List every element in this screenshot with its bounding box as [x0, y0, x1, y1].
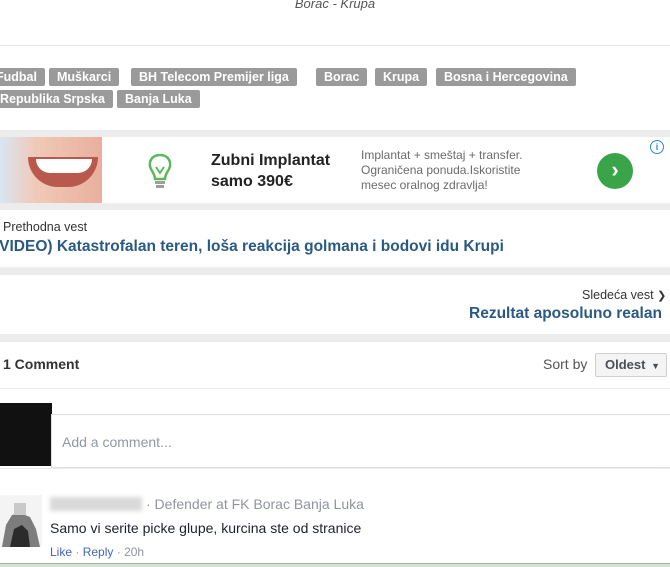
section-separator [0, 334, 670, 342]
tag-premijer-liga[interactable]: BH Telecom Premijer liga [131, 68, 297, 86]
next-article-label: Sledeća vest ❯ [582, 288, 667, 302]
smile-image [0, 137, 102, 203]
tag-muskarci[interactable]: Muškarci [49, 68, 120, 86]
like-link[interactable]: Like [50, 545, 72, 559]
prev-article-link[interactable]: (VIDEO) Katastrofalan teren, loša reakci… [0, 238, 504, 256]
ad-info-icon[interactable]: i [650, 140, 664, 154]
avatar-image [0, 495, 42, 547]
prev-article-label: Prethodna vest [3, 220, 88, 234]
tag-borac[interactable]: Borac [316, 68, 368, 86]
section-separator [0, 203, 670, 210]
chevron-right-icon: ❯ [657, 290, 667, 302]
tag-banja-luka[interactable]: Banja Luka [117, 90, 200, 108]
comment-time: · 20h [116, 545, 145, 559]
current-user-avatar [0, 403, 52, 466]
ad-next-button[interactable]: › [597, 153, 633, 189]
comment-input-placeholder: Add a comment... [62, 434, 172, 450]
reply-link[interactable]: Reply [83, 545, 114, 559]
tag-fudbal[interactable]: Fudbal [0, 68, 45, 86]
tag-republika-srpska[interactable]: Republika Srpska [0, 90, 113, 108]
comment-text: Samo vi serite picke glupe, kurcina ste … [50, 520, 362, 536]
tag-bih[interactable]: Bosna i Hercegovina [436, 68, 576, 86]
ad-description: Implantat + smeštaj + transfer. Ograniče… [361, 148, 523, 192]
caret-down-icon: ▼ [651, 361, 661, 371]
commenter-affiliation: · Defender at FK Borac Banja Luka [146, 496, 364, 512]
advertisement[interactable]: Zubni Implantat samo 390€ Implantat + sm… [0, 137, 670, 203]
commenter-avatar[interactable] [0, 495, 42, 547]
section-separator [0, 267, 670, 275]
comment-count: 1 Comment [3, 356, 80, 372]
divider [0, 388, 670, 389]
divider [0, 45, 670, 46]
divider [0, 468, 670, 469]
sort-label: Sort by [543, 356, 588, 372]
sort-dropdown[interactable]: Oldest ▼ [595, 353, 667, 377]
bottom-edge [0, 563, 670, 567]
lightbulb-icon [148, 153, 172, 188]
article-caption: Borac - Krupa [294, 0, 376, 11]
tag-krupa[interactable]: Krupa [375, 68, 428, 86]
next-article-link[interactable]: Rezultat aposoluno realan [469, 305, 662, 323]
comment-actions: Like · Reply · 20h [50, 545, 145, 559]
section-separator [0, 130, 670, 137]
ad-title[interactable]: Zubni Implantat samo 390€ [211, 150, 351, 192]
commenter-name-redacted[interactable] [50, 497, 142, 511]
